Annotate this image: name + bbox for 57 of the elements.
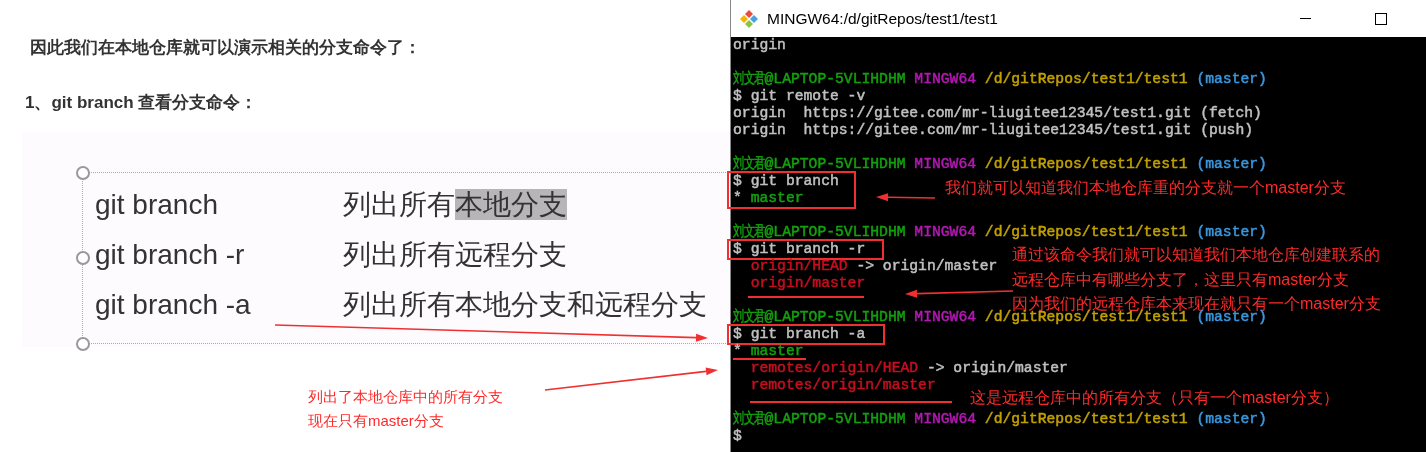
diamond-logo-icon bbox=[739, 8, 759, 29]
terminal-text: -> origin/master bbox=[925, 360, 1068, 373]
terminal-text: (master) bbox=[1196, 309, 1267, 322]
annotation-note: 我们就可以知道我们本地仓库重的分支就一个master分支 bbox=[945, 178, 1346, 198]
terminal-text: master bbox=[750, 190, 804, 203]
description-text: 列出所有远程分支 bbox=[343, 238, 568, 272]
terminal-text: $ git remote -v bbox=[733, 88, 866, 101]
description-text: 列出所有本地分支和远程分支 bbox=[343, 288, 708, 322]
terminal-text: * bbox=[733, 343, 743, 356]
terminal-text: -> origin/master bbox=[855, 258, 998, 271]
terminal-text: (master) bbox=[1195, 156, 1267, 169]
terminal-text: /d/gitRepos/test1/test1 bbox=[983, 156, 1188, 169]
terminal-text: origin bbox=[733, 37, 786, 50]
terminal-text: MINGW64 bbox=[913, 411, 977, 424]
terminal-text: origin/HEAD bbox=[749, 258, 848, 271]
terminal-text: (master) bbox=[1195, 71, 1267, 84]
resize-handle[interactable] bbox=[76, 251, 90, 265]
terminal-text: MINGW64 bbox=[913, 71, 977, 84]
terminal-text: MINGW64 bbox=[913, 224, 977, 237]
terminal-text: (master) bbox=[1195, 411, 1267, 424]
terminal-text: * bbox=[733, 190, 743, 203]
minimize-icon bbox=[1299, 17, 1311, 20]
terminal-text: /d/gitRepos/test1/test1 bbox=[983, 71, 1188, 84]
maximize-icon bbox=[1375, 12, 1387, 25]
terminal-text: /d/gitRepos/test1/test1 bbox=[983, 224, 1188, 237]
terminal-text: /d/gitRepos/test1/test1 bbox=[983, 309, 1188, 322]
terminal-text: origin https://gitee.com/mr-liugitee12345/test1.git (fetch) bbox=[733, 105, 1262, 118]
description-text: 列出所有本地分支 bbox=[343, 188, 568, 222]
terminal-text: remotes/origin/master bbox=[749, 377, 936, 390]
terminal-text: remotes/origin/HEAD bbox=[749, 360, 919, 373]
arrow bbox=[876, 193, 936, 202]
terminal-text: $ bbox=[733, 428, 742, 441]
terminal-text: 刘文君@LAPTOP-5VLIHDHM bbox=[733, 224, 906, 237]
command-text: git branch -r bbox=[95, 238, 246, 272]
terminal-text: (master) bbox=[1195, 224, 1267, 237]
resize-handle[interactable] bbox=[76, 337, 90, 351]
terminal-text: MINGW64 bbox=[913, 309, 977, 322]
terminal-text: $ git branch bbox=[733, 173, 839, 186]
terminal-text: 刘文君@LAPTOP-5VLIHDHM bbox=[733, 309, 906, 322]
terminal-text: 刘文君@LAPTOP-5VLIHDHM bbox=[733, 71, 906, 84]
annotation-note: 这是远程仓库中的所有分支（只有一个master分支） bbox=[970, 388, 1339, 408]
terminal-text: MINGW64 bbox=[913, 156, 977, 169]
terminal-text: 刘文君@LAPTOP-5VLIHDHM bbox=[733, 411, 906, 424]
terminal-text: origin https://gitee.com/mr-liugitee12345/test1.git (push) bbox=[733, 122, 1254, 135]
terminal-text: $ git branch -r bbox=[733, 241, 866, 254]
terminal-text: $ git branch -a bbox=[733, 326, 866, 339]
resize-handle[interactable] bbox=[76, 166, 90, 180]
window-title: MINGW64:/d/gitRepos/test1/test1 bbox=[767, 9, 999, 28]
terminal-text: 刘文君@LAPTOP-5VLIHDHM bbox=[733, 156, 906, 169]
heading: 因此我们在本地仓库就可以演示相关的分支命令了： bbox=[30, 37, 422, 59]
command-text: git branch -a bbox=[95, 288, 252, 322]
terminal-text: /d/gitRepos/test1/test1 bbox=[983, 411, 1188, 424]
terminal-text: origin/master bbox=[749, 275, 866, 288]
terminal-text: master bbox=[750, 343, 804, 356]
annotation-note: 列出了本地仓库中的所有分支 现在只有master分支 bbox=[308, 387, 503, 431]
subheading: 1、git branch 查看分支命令： bbox=[25, 92, 259, 114]
command-text: git branch bbox=[95, 188, 219, 222]
